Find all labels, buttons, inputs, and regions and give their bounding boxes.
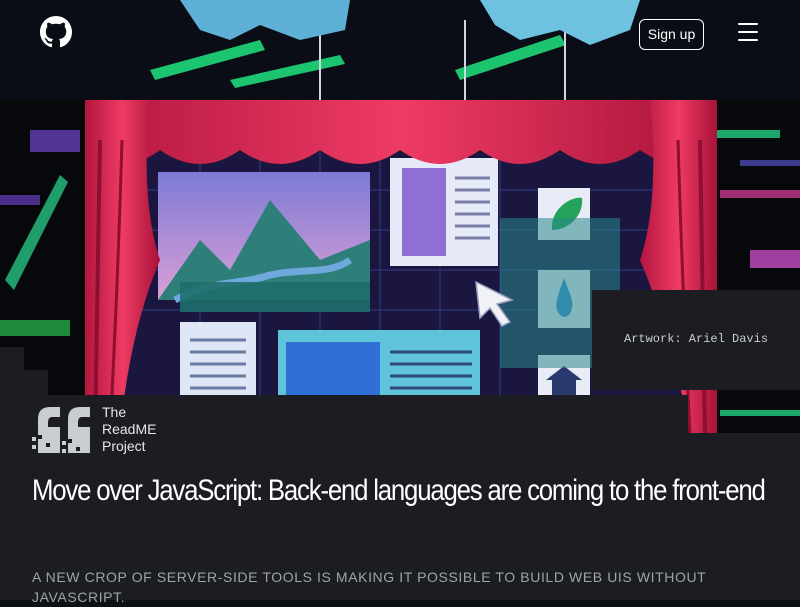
brand-line: The bbox=[102, 404, 127, 420]
brand-line: ReadME bbox=[102, 421, 157, 437]
article-title: Move over JavaScript: Back-end languages… bbox=[32, 474, 766, 507]
artwork-credit: Artwork: Ariel Davis bbox=[592, 290, 800, 390]
menu-bar bbox=[738, 31, 758, 33]
artwork-credit-text: Artwork: Ariel Davis bbox=[624, 332, 769, 346]
site-header: Sign up bbox=[0, 0, 800, 68]
menu-bar bbox=[738, 23, 758, 25]
sign-up-button[interactable]: Sign up bbox=[639, 19, 704, 50]
article-subtitle: A NEW CROP OF SERVER-SIDE TOOLS IS MAKIN… bbox=[32, 569, 707, 605]
hamburger-menu-icon[interactable] bbox=[736, 23, 760, 45]
brand-line: Project bbox=[102, 438, 146, 454]
readme-project-wordmark: The ReadME Project bbox=[102, 404, 156, 455]
github-mark-icon[interactable] bbox=[40, 16, 72, 48]
menu-bar bbox=[738, 39, 758, 41]
